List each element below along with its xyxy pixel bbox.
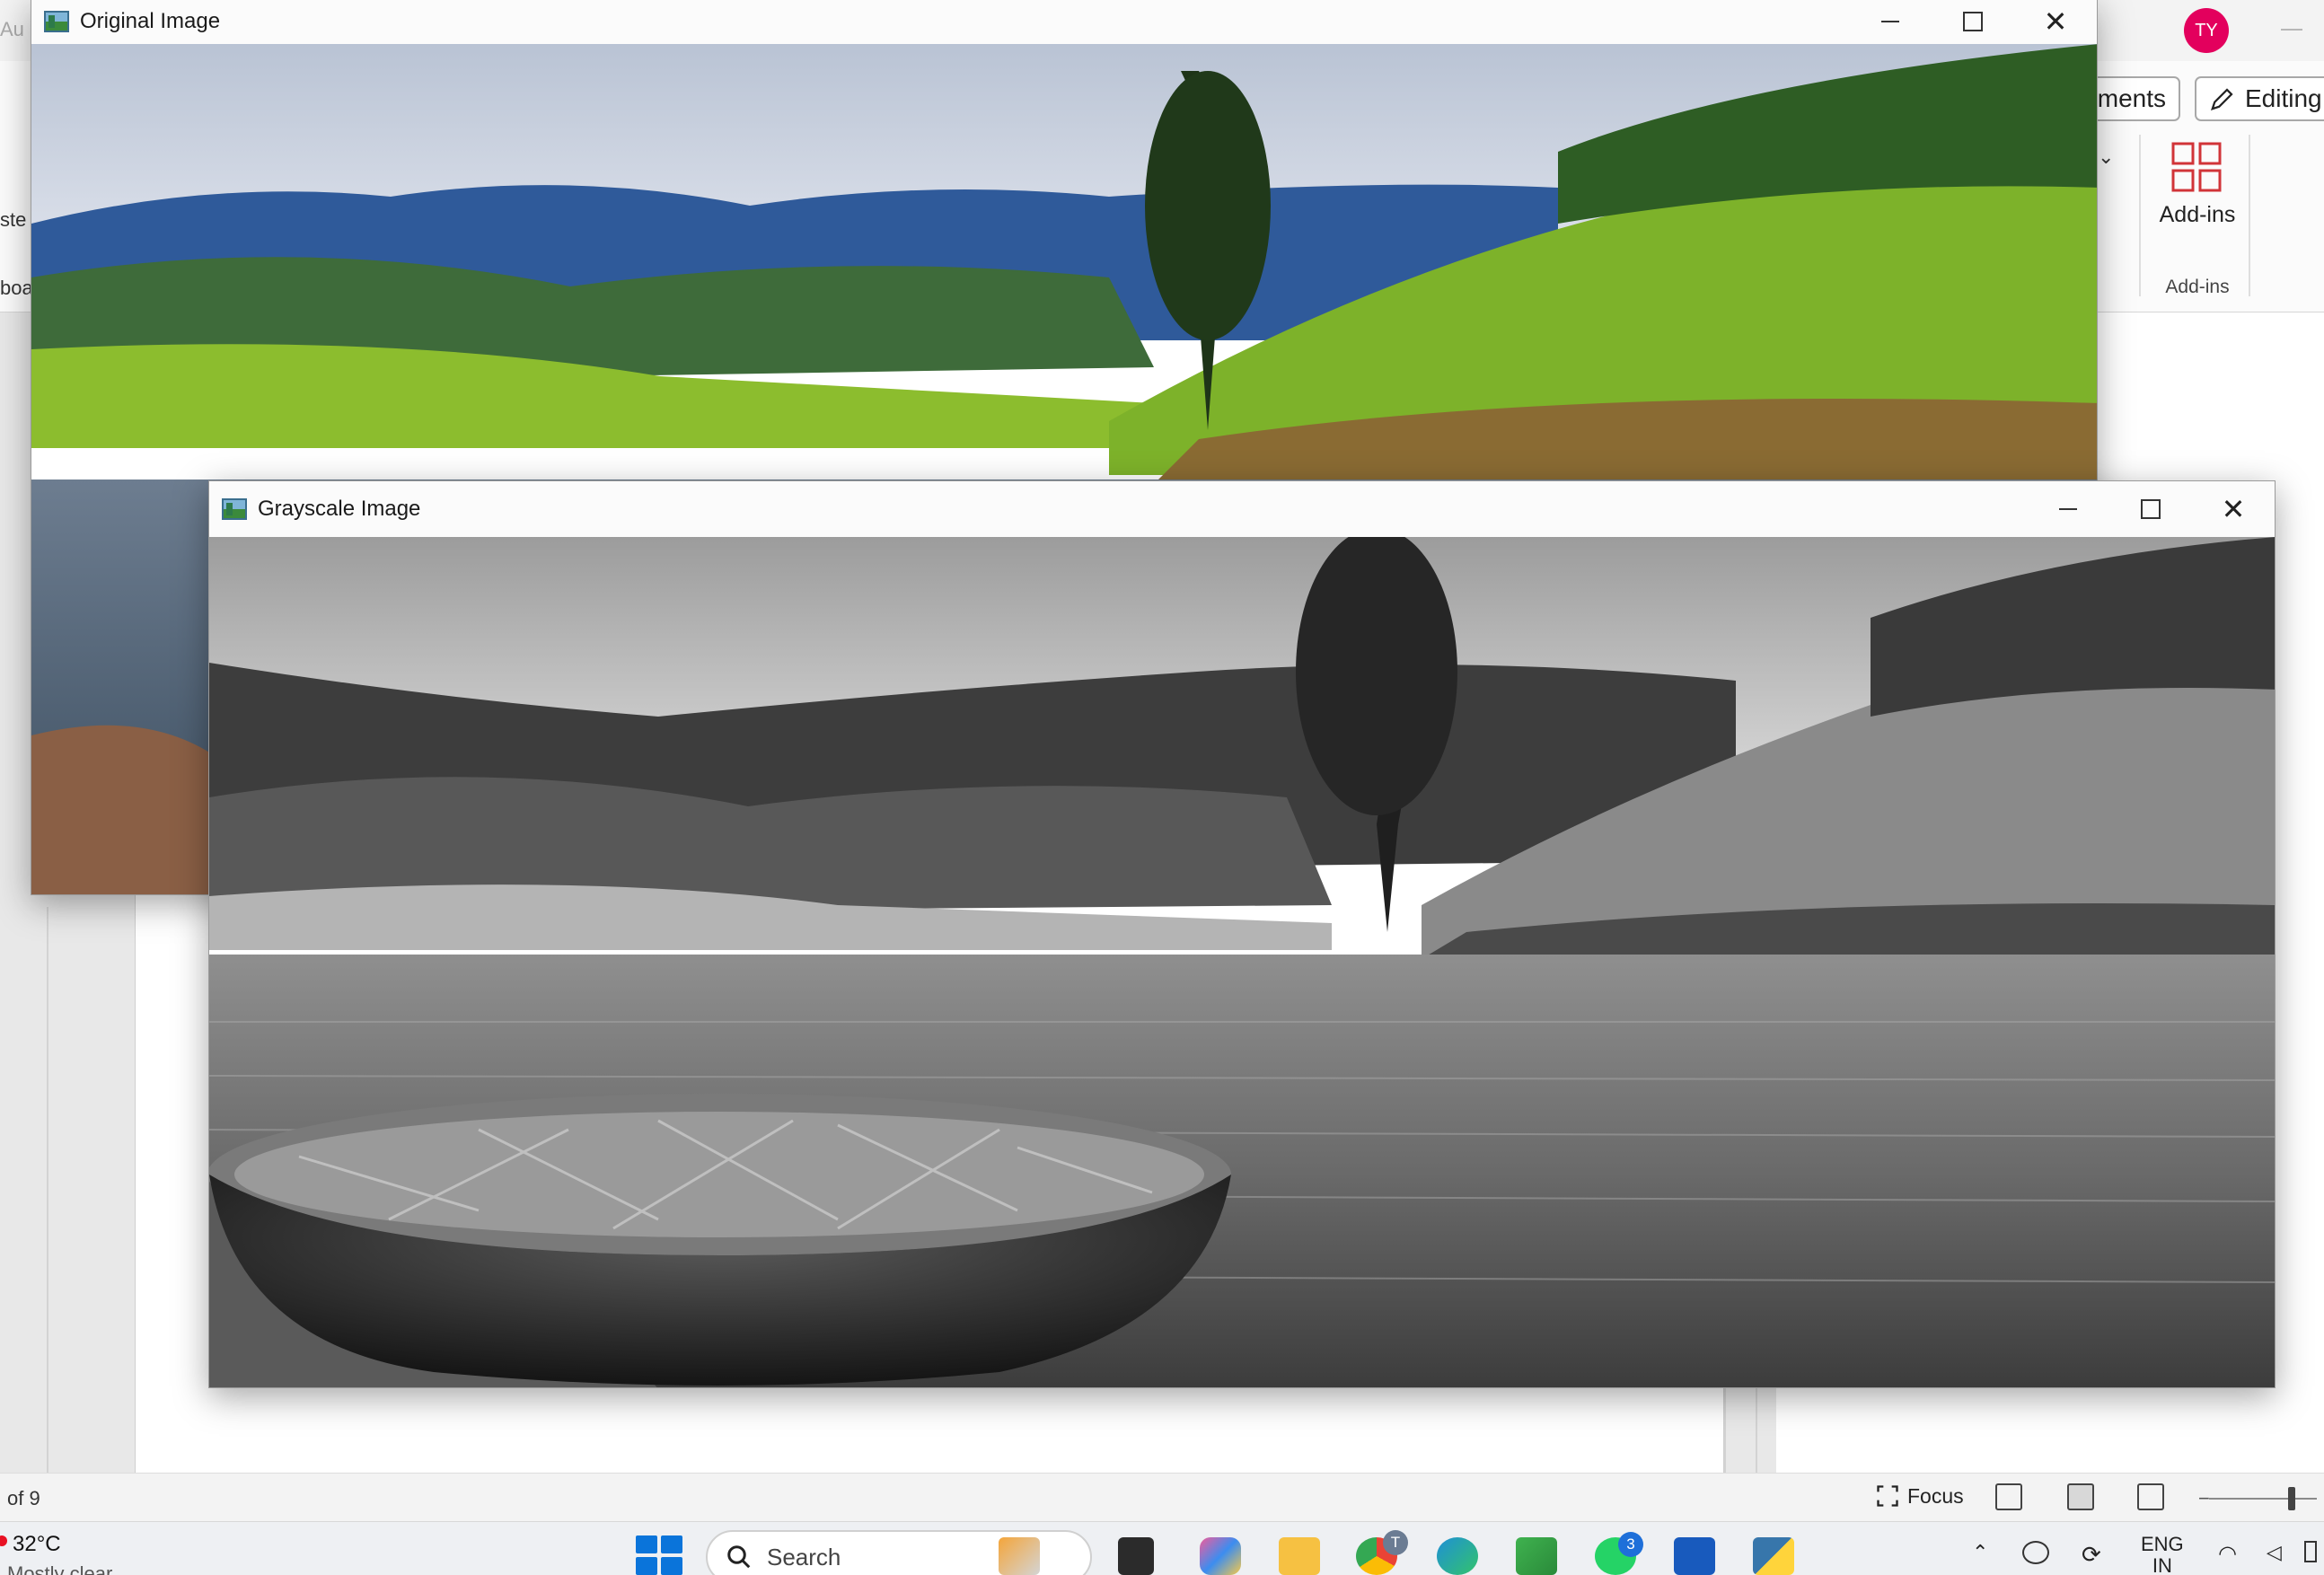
grayscale-image-window[interactable]: Grayscale Image ✕ — [208, 480, 2276, 1388]
maximize-button[interactable] — [2109, 481, 2192, 537]
window-title: Original Image — [80, 9, 221, 33]
onedrive-icon[interactable] — [2022, 1541, 2049, 1564]
focus-label: Focus — [1907, 1483, 1964, 1508]
read-mode-icon[interactable] — [1995, 1483, 2022, 1510]
wifi-icon[interactable]: ◠ — [2218, 1541, 2237, 1567]
editing-mode-button[interactable]: Editing — [2195, 76, 2324, 121]
page-count[interactable]: of 9 — [7, 1487, 40, 1510]
image-app-icon — [44, 11, 69, 32]
start-icon[interactable] — [636, 1535, 682, 1575]
focus-icon — [1877, 1485, 1898, 1507]
account-avatar[interactable]: TY — [2184, 8, 2229, 53]
language-code: ENG — [2141, 1533, 2184, 1555]
minimize-button[interactable] — [2027, 481, 2109, 537]
chevron-down-icon[interactable]: ⌄ — [2098, 145, 2114, 169]
title-bar[interactable]: Original Image ✕ — [31, 0, 2097, 44]
search-icon — [727, 1545, 751, 1569]
search-placeholder: Search — [767, 1543, 841, 1571]
store-icon[interactable] — [1516, 1537, 1557, 1575]
close-button[interactable]: ✕ — [2014, 0, 2097, 44]
edge-icon[interactable] — [1437, 1537, 1478, 1575]
left-fragment-autosave: Au — [0, 18, 24, 40]
whatsapp-unread-badge: 3 — [1618, 1532, 1643, 1557]
weather-temperature[interactable]: 32°C — [13, 1532, 61, 1557]
chrome-profile-badge: T — [1383, 1530, 1408, 1555]
print-layout-icon[interactable] — [2067, 1483, 2094, 1510]
copilot-icon[interactable] — [1200, 1537, 1241, 1575]
editing-label: Editing — [2245, 84, 2322, 112]
python-icon[interactable] — [1753, 1537, 1794, 1575]
window-title: Grayscale Image — [258, 497, 421, 521]
landscape-grayscale-image — [209, 537, 2275, 1387]
margin-line — [47, 907, 48, 1482]
maximize-button[interactable] — [1932, 0, 2014, 44]
ribbon-separator — [2249, 135, 2250, 296]
sync-icon[interactable]: ⟳ — [2082, 1541, 2101, 1569]
volume-icon[interactable]: ◁ — [2267, 1541, 2282, 1564]
close-button[interactable]: ✕ — [2192, 481, 2275, 537]
zoom-out-button[interactable]: − — [2198, 1487, 2210, 1510]
addins-group-label: Add-ins — [2165, 277, 2230, 297]
left-fragment-paste: ste — [0, 208, 27, 231]
show-hidden-icons[interactable]: ⌃ — [1972, 1541, 1988, 1564]
ribbon-separator — [2139, 135, 2141, 296]
addins-button-label[interactable]: Add-ins — [2148, 202, 2247, 228]
status-bar — [0, 1473, 2324, 1521]
focus-button[interactable]: Focus — [1875, 1483, 1964, 1509]
word-icon[interactable] — [1674, 1537, 1715, 1575]
grayscale-image-canvas — [209, 537, 2275, 1387]
pencil-icon — [2210, 88, 2233, 111]
image-app-icon — [222, 498, 247, 520]
left-fragment-clipboard: boa — [0, 277, 33, 299]
word-minimize-button[interactable] — [2281, 29, 2302, 31]
zoom-slider-thumb[interactable] — [2288, 1487, 2295, 1510]
widgets-icon[interactable] — [999, 1537, 1040, 1575]
title-bar[interactable]: Grayscale Image ✕ — [209, 481, 2275, 537]
language-region: IN — [2152, 1554, 2172, 1575]
minimize-button[interactable] — [1849, 0, 1932, 44]
file-explorer-icon[interactable] — [1279, 1537, 1320, 1575]
addins-icon[interactable] — [2171, 142, 2222, 192]
weather-description[interactable]: Mostly clear — [7, 1562, 112, 1575]
zoom-slider[interactable] — [2209, 1498, 2317, 1500]
web-layout-icon[interactable] — [2137, 1483, 2164, 1510]
task-view-icon[interactable] — [1118, 1537, 1154, 1575]
battery-icon[interactable] — [2304, 1541, 2317, 1562]
language-indicator[interactable]: ENG IN — [2141, 1534, 2184, 1575]
